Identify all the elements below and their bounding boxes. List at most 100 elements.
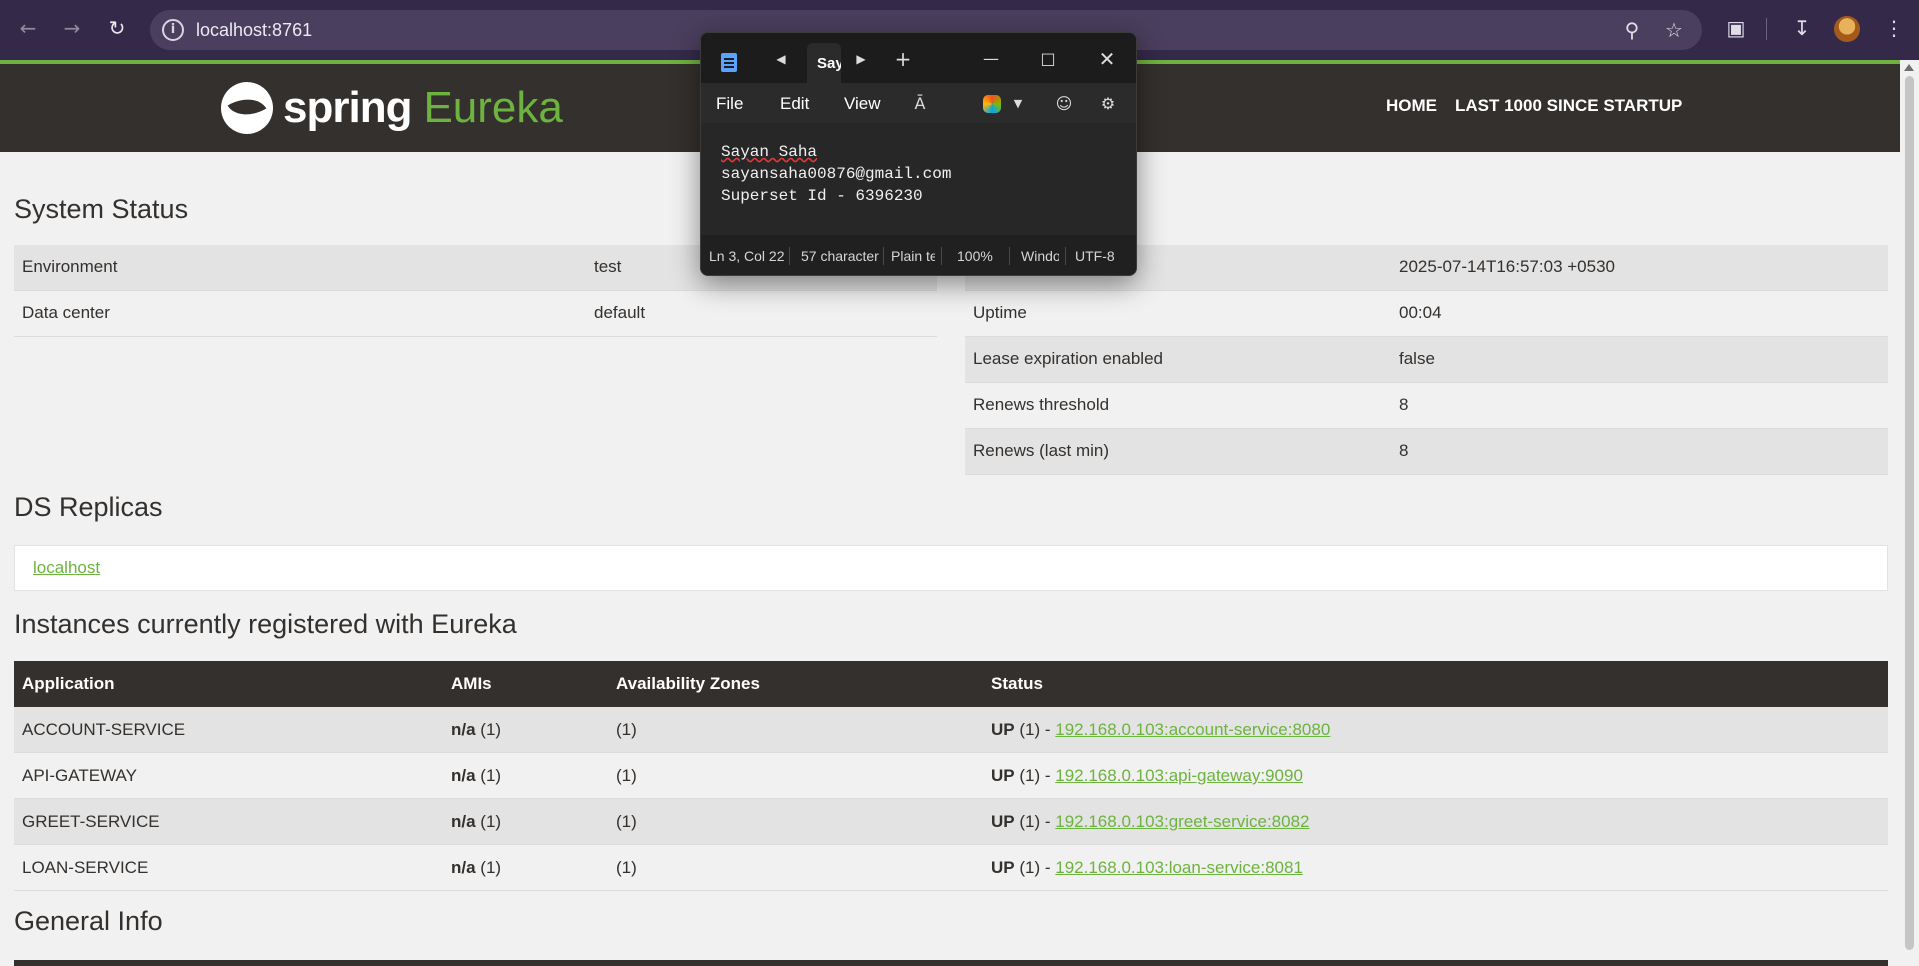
- table-row: Renews (last min) 8: [965, 429, 1888, 475]
- profile-avatar[interactable]: [1834, 16, 1860, 42]
- scroll-up-arrow-icon[interactable]: [1904, 64, 1914, 71]
- maximize-icon[interactable]: □: [1034, 45, 1062, 73]
- status-cell: UP (1) - 192.168.0.103:account-service:8…: [991, 720, 1331, 739]
- application-name: LOAN-SERVICE: [22, 858, 149, 877]
- status-value: 00:04: [1399, 303, 1442, 322]
- new-tab-icon[interactable]: +: [889, 45, 917, 73]
- nav-last-1000-link[interactable]: LAST 1000 SINCE STARTUP: [1455, 96, 1682, 116]
- instances-table: Application AMIs Availability Zones Stat…: [14, 661, 1888, 891]
- line-ending[interactable]: Windows (CRLF): [1021, 248, 1059, 264]
- notepad-text-area[interactable]: Sayan Saha sayansaha00876@gmail.com Supers…: [701, 123, 1136, 235]
- tab-scroll-right-icon[interactable]: ▶: [847, 45, 875, 73]
- replica-link-localhost[interactable]: localhost: [33, 558, 100, 578]
- bookmark-star-icon[interactable]: ☆: [1662, 18, 1686, 42]
- system-status-heading: System Status: [14, 194, 189, 224]
- ds-replicas-heading: DS Replicas: [14, 492, 163, 522]
- instance-link[interactable]: 192.168.0.103:api-gateway:9090: [1055, 766, 1303, 785]
- back-icon[interactable]: ←: [14, 14, 42, 42]
- status-key: Environment: [22, 257, 118, 276]
- zones-cell: (1): [616, 858, 637, 877]
- application-name: ACCOUNT-SERVICE: [22, 720, 186, 739]
- amis-cell: n/a (1): [451, 720, 502, 739]
- toolbar-divider: [1766, 18, 1767, 40]
- instance-link[interactable]: 192.168.0.103:loan-service:8081: [1055, 858, 1303, 877]
- logo-eureka-text: Eureka: [423, 83, 563, 132]
- nav-home-link[interactable]: HOME: [1386, 96, 1437, 116]
- column-header-status: Status: [991, 674, 1043, 693]
- zoom-level[interactable]: 100%: [957, 248, 993, 264]
- status-cell: UP (1) - 192.168.0.103:greet-service:808…: [991, 812, 1310, 831]
- table-header-row: Application AMIs Availability Zones Stat…: [14, 661, 1888, 707]
- status-cell: UP (1) - 192.168.0.103:api-gateway:9090: [991, 766, 1303, 785]
- zones-cell: (1): [616, 766, 637, 785]
- status-value: test: [594, 257, 622, 276]
- status-divider: [1009, 247, 1010, 265]
- text-line-3: Superset Id - 6396230: [721, 187, 923, 205]
- chevron-down-icon[interactable]: ▼: [1007, 93, 1029, 115]
- browser-menu-icon[interactable]: ⋮: [1882, 16, 1906, 40]
- table-row: Uptime 00:04: [965, 291, 1888, 337]
- application-name: GREET-SERVICE: [22, 812, 160, 831]
- status-divider: [883, 247, 884, 265]
- status-key: Uptime: [973, 303, 1027, 322]
- download-icon[interactable]: ↧: [1790, 16, 1814, 40]
- notepad-window[interactable]: ◀ Sayan Saha ▶ + — □ ✕ File Edit View Ā…: [700, 32, 1137, 276]
- amis-cell: n/a (1): [451, 766, 502, 785]
- account-icon[interactable]: ☺: [1053, 93, 1075, 115]
- table-row: Lease expiration enabled false: [965, 337, 1888, 383]
- cursor-position[interactable]: Ln 3, Col 22: [709, 248, 785, 264]
- notepad-titlebar[interactable]: ◀ Sayan Saha ▶ + — □ ✕: [701, 33, 1136, 83]
- zoom-icon[interactable]: ⚲: [1620, 18, 1644, 42]
- ds-replicas-list: localhost: [14, 545, 1888, 591]
- zones-cell: (1): [616, 720, 637, 739]
- spring-leaf-icon: [221, 82, 273, 134]
- url-text[interactable]: localhost:8761: [196, 20, 312, 41]
- tab-scroll-left-icon[interactable]: ◀: [767, 45, 795, 73]
- spring-eureka-logo[interactable]: spring Eureka: [221, 80, 563, 136]
- menu-view[interactable]: View: [844, 94, 881, 114]
- column-header-amis: AMIs: [451, 674, 492, 693]
- status-value: false: [1399, 349, 1435, 368]
- font-format-icon[interactable]: Ā: [909, 93, 931, 115]
- table-row: API-GATEWAY n/a (1) (1) UP (1) - 192.168…: [14, 753, 1888, 799]
- extensions-icon[interactable]: ▣: [1724, 16, 1748, 40]
- scrollbar-thumb[interactable]: [1905, 76, 1914, 950]
- table-row: Data center default: [14, 291, 937, 337]
- status-value: default: [594, 303, 646, 322]
- amis-cell: n/a (1): [451, 858, 502, 877]
- status-key: Data center: [22, 303, 110, 322]
- status-value: 2025-07-14T16:57:03 +0530: [1399, 257, 1615, 276]
- general-info-heading: General Info: [14, 906, 163, 936]
- forward-icon[interactable]: →: [58, 14, 86, 42]
- site-info-icon[interactable]: i: [162, 19, 184, 41]
- instance-link[interactable]: 192.168.0.103:greet-service:8082: [1055, 812, 1309, 831]
- tab-title: Sayan Saha: [817, 55, 841, 72]
- reload-icon[interactable]: ↻: [103, 14, 131, 42]
- close-icon[interactable]: ✕: [1093, 45, 1121, 73]
- amis-cell: n/a (1): [451, 812, 502, 831]
- text-line-1: Sayan Saha: [721, 143, 818, 161]
- table-row: Renews threshold 8: [965, 383, 1888, 429]
- status-value: 8: [1399, 441, 1409, 460]
- menu-file[interactable]: File: [716, 94, 743, 114]
- encoding[interactable]: UTF-8: [1075, 248, 1115, 264]
- notepad-tab[interactable]: Sayan Saha: [807, 43, 841, 83]
- text-line-2: sayansaha00876@gmail.com: [721, 165, 952, 183]
- settings-gear-icon[interactable]: ⚙: [1097, 93, 1119, 115]
- logo-spring-text: spring: [283, 83, 412, 132]
- general-info-table-header: [14, 960, 1888, 966]
- text-format[interactable]: Plain text: [891, 248, 935, 264]
- status-key: Lease expiration enabled: [973, 349, 1163, 368]
- column-header-zones: Availability Zones: [616, 674, 760, 693]
- minimize-icon[interactable]: —: [977, 45, 1005, 73]
- status-value: 8: [1399, 395, 1409, 414]
- status-divider: [1065, 247, 1066, 265]
- instance-link[interactable]: 192.168.0.103:account-service:8080: [1055, 720, 1330, 739]
- menu-edit[interactable]: Edit: [780, 94, 809, 114]
- character-count: 57 characters: [801, 248, 879, 264]
- copilot-icon[interactable]: [983, 95, 1001, 113]
- column-header-application: Application: [22, 674, 115, 693]
- status-cell: UP (1) - 192.168.0.103:loan-service:8081: [991, 858, 1303, 877]
- table-row: LOAN-SERVICE n/a (1) (1) UP (1) - 192.16…: [14, 845, 1888, 891]
- page-scrollbar[interactable]: [1900, 60, 1919, 966]
